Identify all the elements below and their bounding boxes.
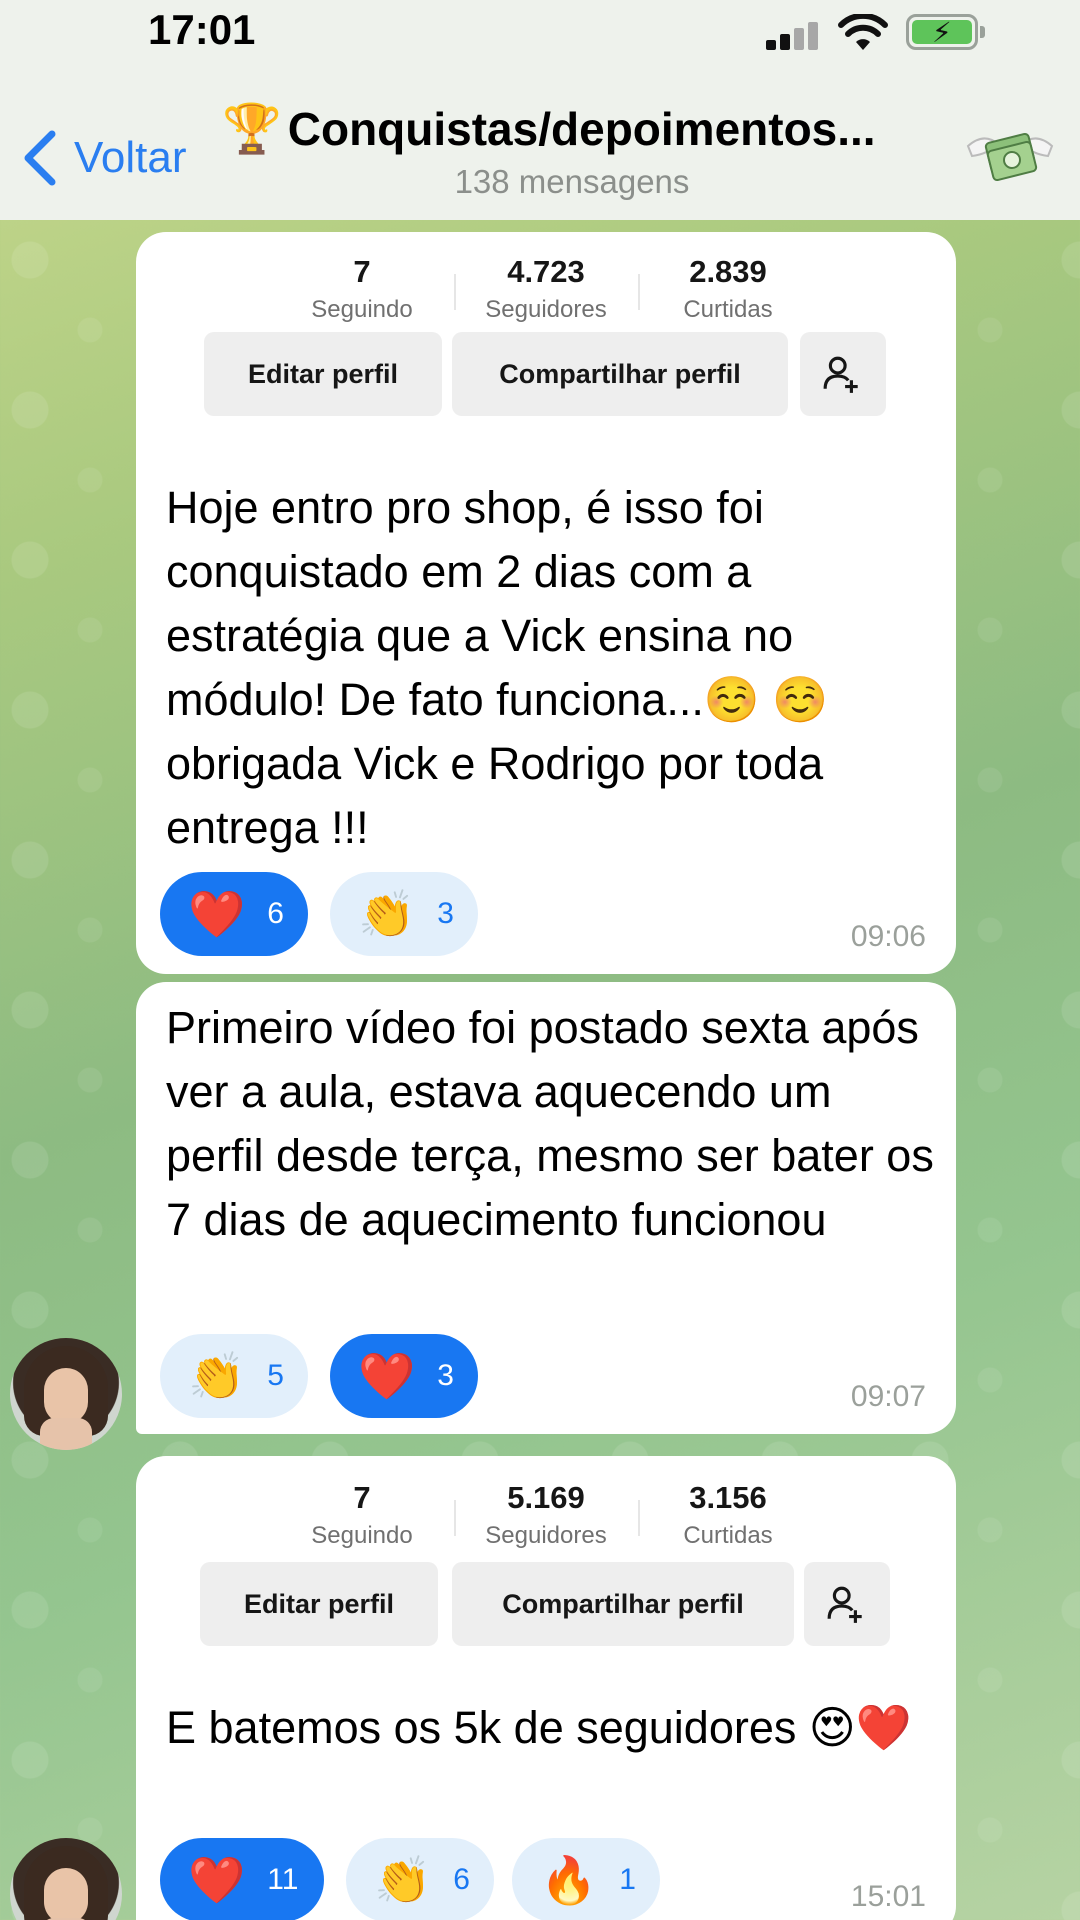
reaction-clap[interactable]: 👏 3 (330, 872, 478, 956)
message-text: Hoje entro pro shop, é isso foi conquist… (166, 482, 829, 853)
reaction-clap[interactable]: 👏 5 (160, 1334, 308, 1418)
divider (454, 1500, 456, 1536)
chevron-left-icon (24, 130, 56, 186)
add-friend-icon (800, 332, 886, 416)
reaction-heart[interactable]: ❤️ 3 (330, 1334, 478, 1418)
stat-following: 7 Seguindo (282, 1480, 442, 1550)
stat-following: 7 Seguindo (282, 254, 442, 324)
message-time: 15:01 (850, 1880, 926, 1913)
reaction-count: 5 (267, 1359, 284, 1392)
stat-number: 3.156 (689, 1480, 767, 1515)
status-bar: 17:01 ⚡ (0, 0, 1080, 60)
message-bubble[interactable]: 7 Seguindo 5.169 Seguidores 3.156 Curtid… (136, 1456, 956, 1920)
heart-icon: ❤️ (188, 888, 246, 940)
stat-label: Seguidores (485, 1522, 607, 1549)
message-time: 09:06 (850, 920, 926, 953)
stat-label: Curtidas (683, 1522, 773, 1549)
reaction-count: 1 (619, 1863, 636, 1896)
clap-icon: 👏 (374, 1854, 432, 1906)
reaction-heart[interactable]: ❤️ 11 (160, 1838, 324, 1920)
message-bubble[interactable]: 7 Seguindo 4.723 Seguidores 2.839 Curtid… (136, 232, 956, 974)
fire-icon: 🔥 (540, 1854, 598, 1906)
stat-likes: 2.839 Curtidas (648, 254, 808, 324)
stat-label: Curtidas (683, 296, 773, 323)
stat-label: Seguidores (485, 296, 607, 323)
member-count: 138 mensagens (454, 163, 690, 200)
share-profile-button: Compartilhar perfil (452, 1562, 794, 1646)
edit-profile-button: Editar perfil (204, 332, 442, 416)
reaction-count: 6 (453, 1863, 470, 1896)
cellular-signal-icon (766, 22, 822, 50)
reaction-count: 6 (267, 897, 284, 930)
stat-number: 2.839 (689, 254, 767, 289)
stat-followers: 4.723 Seguidores (466, 254, 626, 324)
reaction-fire[interactable]: 🔥 1 (512, 1838, 660, 1920)
money-with-wings-icon[interactable] (962, 110, 1058, 206)
divider (638, 274, 640, 310)
reaction-count: 11 (267, 1863, 299, 1896)
stat-likes: 3.156 Curtidas (648, 1480, 808, 1550)
stat-number: 4.723 (507, 254, 585, 289)
chat-title: Conquistas/depoimentos... (287, 102, 876, 155)
add-friend-icon (804, 1562, 890, 1646)
share-profile-button: Compartilhar perfil (452, 332, 788, 416)
message-time: 09:07 (850, 1380, 926, 1413)
back-label: Voltar (74, 133, 187, 182)
message-text: Primeiro vídeo foi postado sexta após ve… (166, 1002, 934, 1245)
stat-number: 7 (353, 1480, 371, 1515)
heart-icon: ❤️ (358, 1350, 416, 1402)
status-time: 17:01 (148, 6, 256, 53)
reaction-count: 3 (437, 897, 454, 930)
chat-title-area[interactable]: 🏆 Conquistas/depoimentos... 138 mensagen… (222, 100, 922, 201)
chat-header: Voltar 🏆 Conquistas/depoimentos... 138 m… (0, 60, 1080, 220)
back-button[interactable]: Voltar (18, 128, 187, 188)
reaction-heart[interactable]: ❤️ 6 (160, 872, 308, 956)
reaction-clap[interactable]: 👏 6 (346, 1838, 494, 1920)
sender-avatar[interactable] (10, 1338, 122, 1450)
wifi-icon (838, 14, 888, 50)
message-bubble[interactable]: Primeiro vídeo foi postado sexta após ve… (136, 982, 956, 1434)
message-text: E batemos os 5k de seguidores 😍❤️ (166, 1702, 912, 1753)
stat-number: 5.169 (507, 1480, 585, 1515)
trophy-icon: 🏆 (222, 103, 282, 156)
battery-cap (980, 26, 985, 38)
divider (638, 1500, 640, 1536)
stat-label: Seguindo (311, 1522, 413, 1549)
stat-number: 7 (353, 254, 371, 289)
clap-icon: 👏 (358, 888, 416, 940)
reaction-count: 3 (437, 1359, 454, 1392)
heart-icon: ❤️ (188, 1854, 246, 1906)
stat-label: Seguindo (311, 296, 413, 323)
battery-icon: ⚡ (906, 14, 978, 50)
edit-profile-button: Editar perfil (200, 1562, 438, 1646)
divider (454, 274, 456, 310)
stat-followers: 5.169 Seguidores (466, 1480, 626, 1550)
clap-icon: 👏 (188, 1350, 246, 1402)
